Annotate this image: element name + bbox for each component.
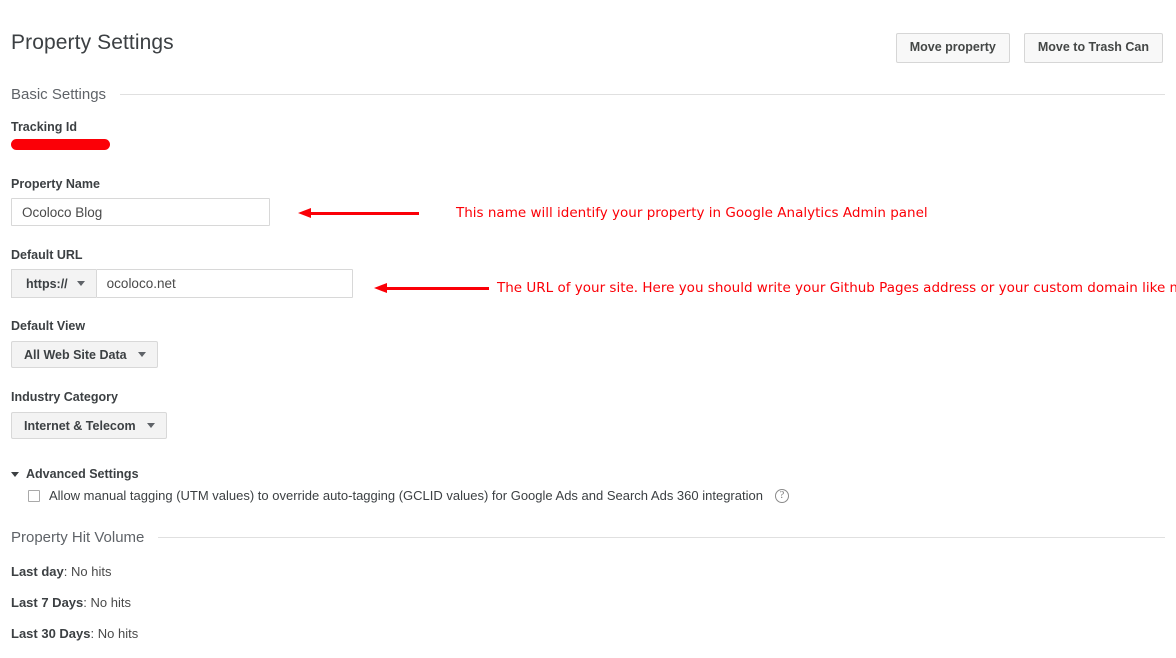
annotation-text-default-url: The URL of your site. Here you should wr…: [497, 280, 1176, 296]
arrow-shaft: [385, 287, 489, 290]
hit-volume-value: No hits: [90, 595, 131, 610]
hit-volume-label: Last 7 Days: [11, 595, 84, 610]
section-title-property-hit-volume: Property Hit Volume: [11, 529, 145, 546]
move-property-button[interactable]: Move property: [895, 33, 1010, 63]
hit-volume-value: No hits: [70, 564, 112, 579]
hit-volume-separator: :: [90, 626, 98, 641]
section-divider: [158, 537, 1165, 538]
page-header: Property Settings Move property Move to …: [0, 0, 1176, 76]
section-title-basic-settings: Basic Settings: [11, 86, 107, 103]
tracking-id-label: Tracking Id: [11, 120, 77, 134]
annotation-arrow-property-name: [298, 206, 419, 220]
hit-volume-label: Last 30 Days: [11, 626, 91, 641]
annotation-text-property-name: This name will identify your property in…: [456, 205, 928, 221]
default-view-label: Default View: [11, 319, 86, 333]
industry-category-value: Internet & Telecom: [24, 418, 136, 433]
url-scheme-dropdown[interactable]: https://: [11, 269, 96, 298]
manual-tagging-checkbox[interactable]: [28, 489, 40, 502]
hit-volume-row: Last 7 Days: No hits: [11, 595, 131, 610]
url-scheme-value: https://: [26, 276, 68, 291]
manual-tagging-row: Allow manual tagging (UTM values) to ove…: [28, 488, 789, 503]
page-title: Property Settings: [11, 31, 174, 54]
section-header-property-hit-volume: Property Hit Volume: [11, 529, 1165, 546]
default-url-label: Default URL: [11, 248, 83, 262]
header-actions: Move property Move to Trash Can: [895, 33, 1163, 63]
move-to-trash-can-button[interactable]: Move to Trash Can: [1023, 33, 1163, 63]
hit-volume-value: No hits: [97, 626, 139, 641]
industry-category-label: Industry Category: [11, 390, 118, 404]
tracking-id-redaction-bar: [11, 139, 110, 150]
hit-volume-label: Last day: [11, 564, 64, 579]
property-name-input[interactable]: [11, 198, 270, 226]
arrow-shaft: [309, 212, 419, 215]
advanced-settings-label: Advanced Settings: [26, 467, 139, 481]
industry-category-select[interactable]: Internet & Telecom: [11, 412, 167, 439]
hit-volume-row: Last day: No hits: [11, 564, 111, 579]
hit-volume-separator: :: [83, 595, 91, 610]
default-url-group: https://: [11, 269, 353, 298]
default-view-select[interactable]: All Web Site Data: [11, 341, 158, 368]
hit-volume-row: Last 30 Days: No hits: [11, 626, 138, 641]
advanced-settings-toggle[interactable]: Advanced Settings: [11, 467, 139, 481]
chevron-down-icon: [146, 423, 155, 428]
default-view-value: All Web Site Data: [24, 347, 127, 362]
default-url-input[interactable]: [95, 269, 353, 298]
hit-volume-separator: :: [63, 564, 71, 579]
annotation-arrow-default-url: [374, 281, 489, 295]
manual-tagging-label: Allow manual tagging (UTM values) to ove…: [49, 488, 763, 503]
triangle-down-icon: [11, 471, 19, 477]
chevron-down-icon: [76, 281, 85, 286]
property-name-label: Property Name: [11, 177, 100, 191]
help-icon[interactable]: ?: [774, 488, 789, 503]
section-divider: [120, 94, 1165, 95]
chevron-down-icon: [137, 352, 146, 357]
section-header-basic-settings: Basic Settings: [11, 86, 1165, 103]
